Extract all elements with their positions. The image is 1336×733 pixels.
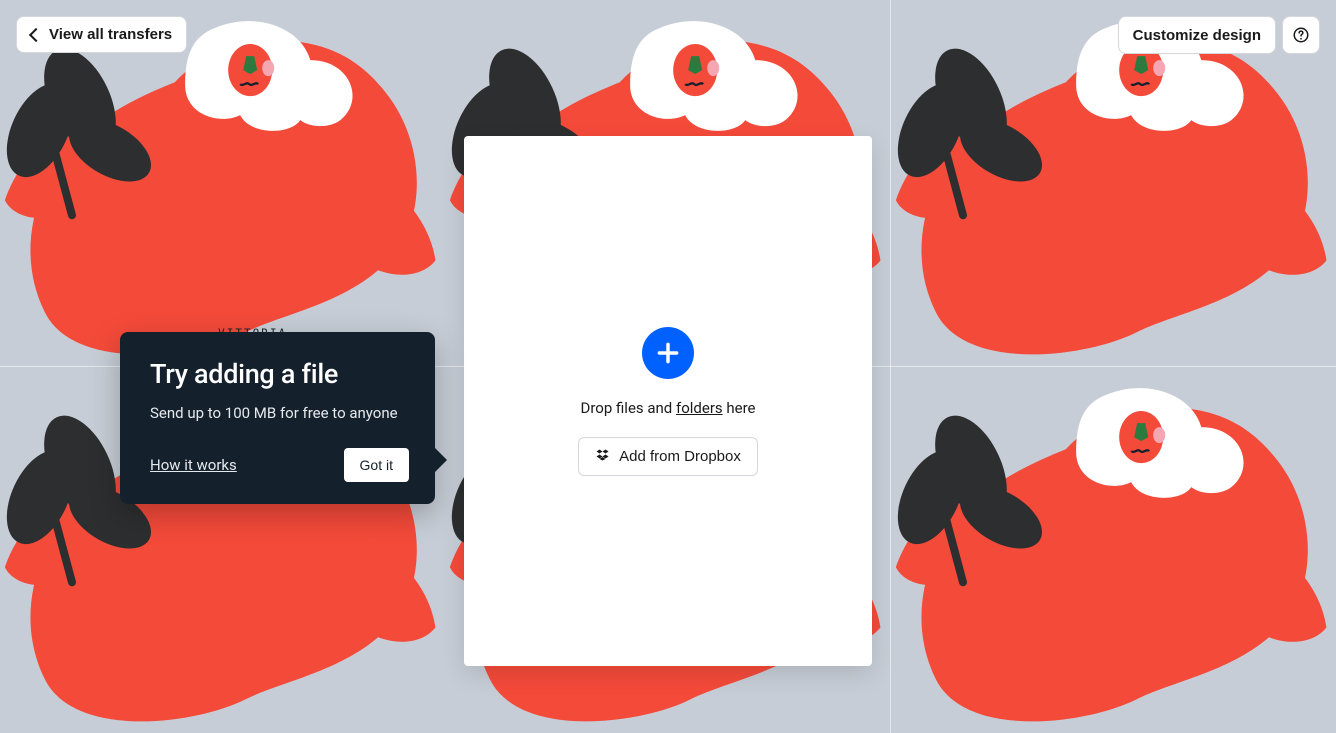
drop-hint-text: Drop files and folders here xyxy=(581,399,756,417)
plus-icon xyxy=(655,340,681,366)
add-files-button[interactable] xyxy=(642,327,694,379)
view-all-transfers-button[interactable]: View all transfers xyxy=(16,16,187,53)
customize-design-button[interactable]: Customize design xyxy=(1118,16,1276,54)
coachmark-body: Send up to 100 MB for free to anyone xyxy=(150,404,409,422)
drop-hint-pre: Drop files and xyxy=(581,399,676,417)
add-from-dropbox-label: Add from Dropbox xyxy=(619,448,741,465)
transfer-drop-card[interactable]: Drop files and folders here Add from Dro… xyxy=(464,136,872,666)
how-it-works-link[interactable]: How it works xyxy=(150,456,237,474)
folders-link[interactable]: folders xyxy=(676,399,723,417)
help-button[interactable] xyxy=(1282,16,1320,54)
chevron-left-icon xyxy=(29,27,43,41)
onboarding-coachmark: Try adding a file Send up to 100 MB for … xyxy=(120,332,435,504)
got-it-button[interactable]: Got it xyxy=(344,448,409,482)
bg-tile xyxy=(891,0,1336,367)
dropbox-icon xyxy=(595,448,611,464)
add-from-dropbox-button[interactable]: Add from Dropbox xyxy=(578,437,758,476)
bg-tile: VITTORIA xyxy=(0,0,445,367)
bg-tile xyxy=(891,367,1336,733)
view-all-transfers-label: View all transfers xyxy=(49,26,172,43)
drop-hint-post: here xyxy=(723,399,756,417)
question-mark-circle-icon xyxy=(1292,26,1310,44)
coachmark-title: Try adding a file xyxy=(150,358,409,390)
customize-design-label: Customize design xyxy=(1133,27,1261,44)
